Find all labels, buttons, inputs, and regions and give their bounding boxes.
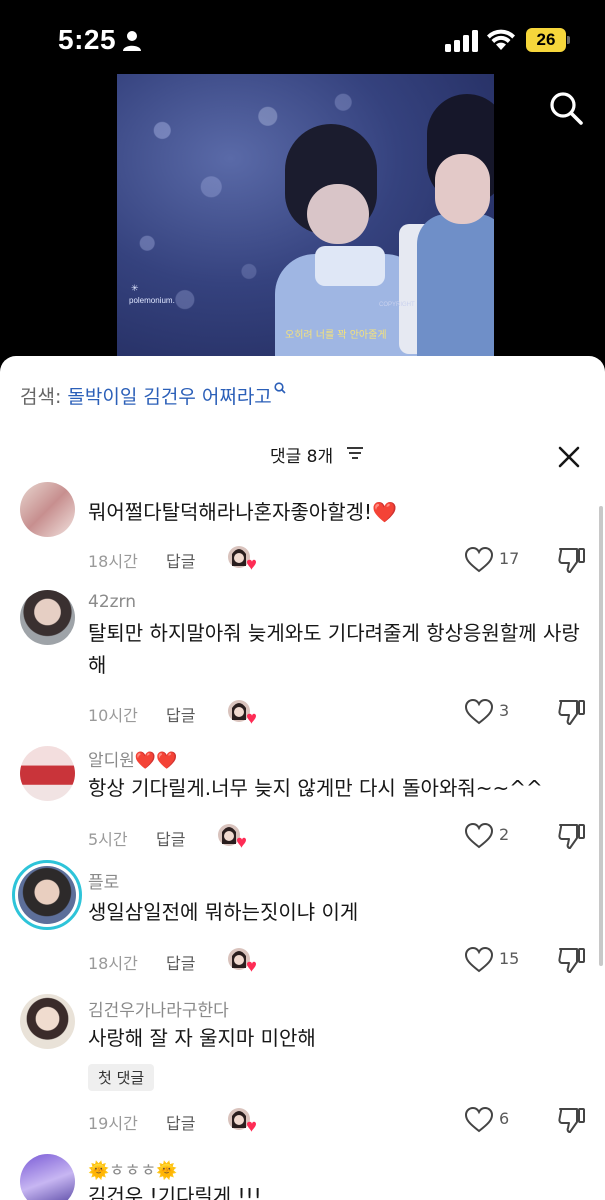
person-figure-right [417, 94, 494, 356]
comment-username[interactable]: 42zrn [88, 592, 136, 612]
like-count: 6 [499, 1109, 510, 1128]
status-bar: 5:25 26 [0, 0, 605, 80]
tiktok-comments-screen: 5:25 26 ✳ polemonium. COPYRIGHT 오히려 너를 꽉… [0, 0, 605, 1200]
comment-item: 김건우가나라구한다 사랑해 잘 자 울지마 미안해 첫 댓글 19시간 답글 6 [0, 990, 600, 1150]
heart-outline-icon[interactable] [464, 822, 494, 850]
creator-liked-icon [228, 700, 256, 724]
search-query[interactable]: 돌박이일 김건우 어쩌라고 [67, 386, 271, 408]
comment-username[interactable]: 김건우가나라구한다 [88, 996, 229, 1021]
search-icon[interactable] [548, 90, 584, 126]
battery-indicator: 26 [526, 28, 570, 52]
comment-username[interactable]: 🌞ㅎㅎㅎ🌞 [88, 1156, 177, 1181]
heart-outline-icon[interactable] [464, 698, 494, 726]
sort-filter-icon[interactable] [346, 446, 364, 460]
comment-username[interactable]: 플로 [88, 868, 119, 893]
reply-button[interactable]: 답글 [166, 1110, 195, 1134]
cellular-signal-icon [445, 30, 478, 52]
like-count: 15 [499, 949, 520, 968]
reply-button[interactable]: 답글 [156, 826, 185, 850]
comment-item: 플로 생일삼일전에 뭐하는짓이냐 이게 18시간 답글 15 [0, 860, 600, 990]
battery-level: 26 [536, 30, 556, 49]
heart-outline-icon[interactable] [464, 1106, 494, 1134]
avatar[interactable] [20, 1154, 75, 1200]
comment-text: 사랑해 잘 자 울지마 미안해 [88, 1026, 316, 1050]
comment-text: 생일삼일전에 뭐하는짓이냐 이게 [88, 900, 359, 924]
video-copyright: COPYRIGHT [379, 302, 415, 308]
creator-liked-icon [228, 546, 256, 570]
thumbs-down-icon[interactable] [557, 822, 587, 850]
avatar[interactable] [20, 994, 75, 1049]
comment-item: 알디원❤️❤️ 항상 기다릴게.너무 늦지 않게만 다시 돌아와줘~~^^ 5시… [0, 738, 600, 858]
first-comment-badge: 첫 댓글 [88, 1064, 155, 1091]
creator-liked-icon [218, 824, 246, 848]
search-small-icon [274, 382, 286, 394]
avatar[interactable] [20, 746, 75, 801]
comment-time: 10시간 [88, 706, 138, 725]
comment-item: 42zrn 탈퇴만 하지말아줘 늦게와도 기다려줄게 항상응원할께 사랑해 10… [0, 584, 600, 734]
reply-button[interactable]: 답글 [166, 702, 195, 726]
star-icon: ✳ [131, 284, 139, 294]
status-time: 5:25 [58, 24, 117, 55]
reply-button[interactable]: 답글 [166, 950, 195, 974]
reply-button[interactable]: 답글 [166, 548, 195, 572]
thumbs-down-icon[interactable] [557, 946, 587, 974]
related-search-link[interactable]: 검색: 돌박이일 김건우 어쩌라고 [20, 382, 286, 409]
comment-time: 18시간 [88, 954, 138, 973]
like-count: 3 [499, 701, 510, 720]
avatar-with-story-ring[interactable] [12, 860, 82, 930]
avatar[interactable] [20, 590, 75, 645]
scrollbar[interactable] [599, 506, 603, 966]
comments-sheet: 검색: 돌박이일 김건우 어쩌라고 댓글 8개 뭐어쩔다탈덕해라나혼자좋아할겡!… [0, 356, 605, 1200]
person-icon [123, 31, 141, 51]
like-count: 2 [499, 825, 510, 844]
creator-liked-icon [228, 948, 256, 972]
thumbs-down-icon[interactable] [557, 546, 587, 574]
comment-text: 뭐어쩔다탈덕해라나혼자좋아할겡!❤️ [88, 500, 397, 524]
comment-text: 김건우 !기다릴게 !!! [88, 1184, 262, 1200]
comment-time: 5시간 [88, 830, 128, 849]
video-watermark: polemonium. [129, 296, 175, 305]
comment-item: 🌞ㅎㅎㅎ🌞 김건우 !기다릴게 !!! [0, 1152, 600, 1200]
thumbs-down-icon[interactable] [557, 698, 587, 726]
video-subtitle: 오히려 너를 꽉 안아줄게 [285, 330, 387, 341]
heart-outline-icon[interactable] [464, 546, 494, 574]
comment-text: 탈퇴만 하지말아줘 늦게와도 기다려줄게 항상응원할께 사랑해 [88, 621, 580, 677]
comment-text: 항상 기다릴게.너무 늦지 않게만 다시 돌아와줘~~^^ [88, 776, 543, 800]
avatar[interactable] [20, 482, 75, 537]
creator-liked-icon [228, 1108, 256, 1132]
search-prefix: 검색: [20, 386, 62, 408]
comment-username[interactable]: 알디원❤️❤️ [88, 746, 177, 771]
comment-item: 뭐어쩔다탈덕해라나혼자좋아할겡!❤️ 18시간 답글 17 [0, 460, 600, 580]
thumbs-down-icon[interactable] [557, 1106, 587, 1134]
video-thumbnail[interactable]: ✳ polemonium. COPYRIGHT 오히려 너를 꽉 안아줄게 [117, 74, 494, 356]
like-count: 17 [499, 549, 520, 568]
wifi-icon [487, 29, 515, 50]
heart-outline-icon[interactable] [464, 946, 494, 974]
comment-time: 18시간 [88, 552, 138, 571]
comment-time: 19시간 [88, 1114, 138, 1133]
